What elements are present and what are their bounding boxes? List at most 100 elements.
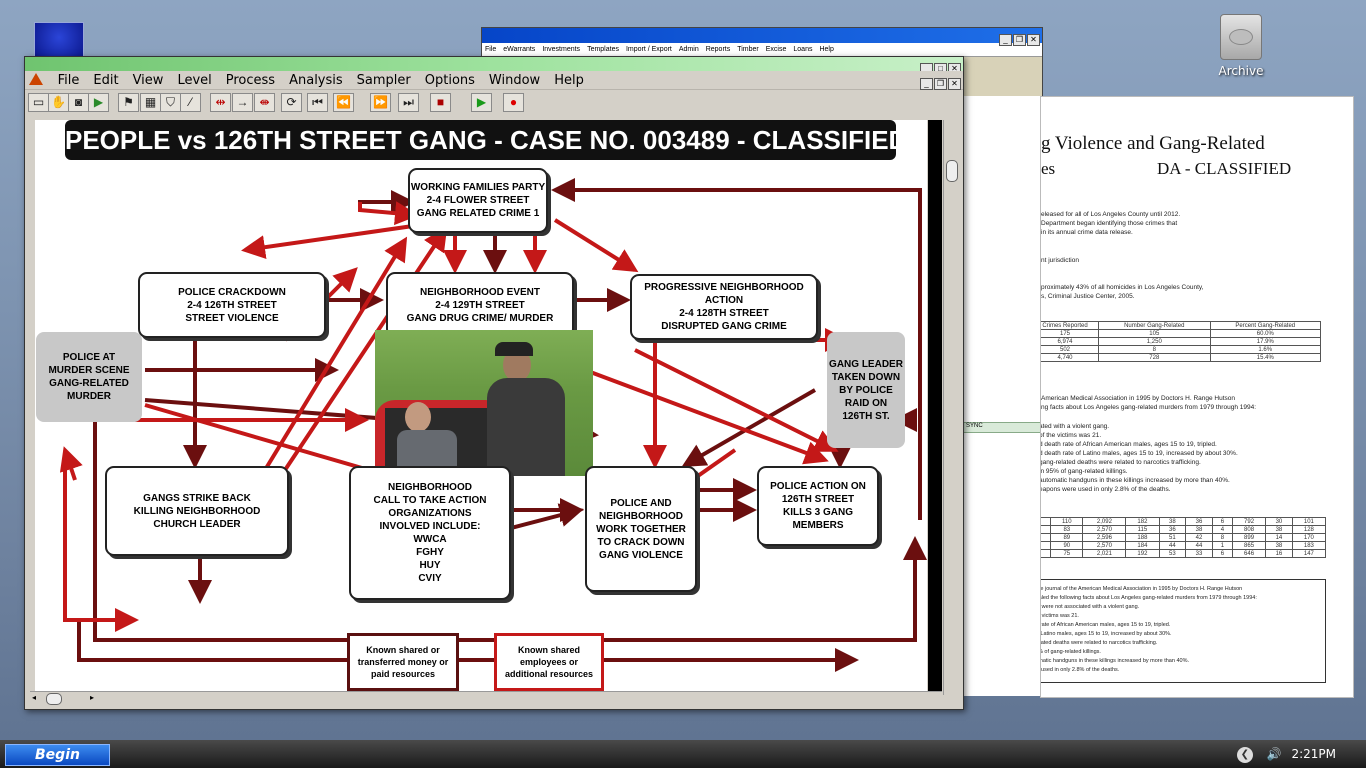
main-window[interactable]: _ □ ✕ File Edit View Level Process Analysis Samp… bbox=[24, 56, 964, 710]
back-menu-item[interactable]: Reports bbox=[706, 46, 731, 53]
last-icon[interactable]: ⏭ bbox=[398, 93, 419, 112]
minimize-icon[interactable]: _ bbox=[999, 34, 1012, 46]
back-menu-item[interactable]: Loans bbox=[793, 46, 812, 53]
node-progressive-action[interactable]: PROGRESSIVE NEIGHBORHOOD ACTION 2-4 128T… bbox=[630, 274, 818, 340]
doc-box-line: of semi-automatic handguns in these kill… bbox=[1041, 658, 1189, 664]
back-menu-item[interactable]: File bbox=[485, 46, 496, 53]
menu-item-window[interactable]: Window bbox=[482, 72, 547, 90]
refresh-icon[interactable]: ⟳ bbox=[281, 93, 302, 112]
stop-icon[interactable]: ■ bbox=[430, 93, 451, 112]
back-menu-item[interactable]: Import / Export bbox=[626, 46, 672, 53]
doc-td: 51 bbox=[1158, 533, 1187, 542]
doc-td: 38 bbox=[1265, 541, 1293, 550]
record-icon[interactable]: ● bbox=[503, 93, 524, 112]
doc-td: 2,596 bbox=[1082, 533, 1127, 542]
background-window-titlebar[interactable]: _ ❐ ✕ bbox=[482, 28, 1042, 46]
doc-para1-l2: Department began identifying those crime… bbox=[1041, 220, 1178, 227]
fast-forward-icon[interactable]: ⏩ bbox=[370, 93, 391, 112]
horizontal-scrollbar[interactable]: ◂ ▸ bbox=[30, 691, 942, 706]
node-neighborhood-event[interactable]: NEIGHBORHOOD EVENT 2-4 129TH STREET GANG… bbox=[386, 272, 574, 338]
run-icon[interactable]: ▶ bbox=[88, 93, 109, 112]
menu-item-view[interactable]: View bbox=[126, 72, 171, 90]
desktop-icon-archive[interactable]: Archive bbox=[1208, 14, 1274, 78]
shield-icon[interactable]: ⛉ bbox=[160, 93, 181, 112]
doc-td: 1 bbox=[1211, 541, 1233, 550]
vertical-scrollbar[interactable] bbox=[943, 120, 958, 695]
node-text: TO CRACK DOWN bbox=[597, 536, 685, 548]
hscroll-thumb[interactable] bbox=[46, 693, 62, 705]
doc-box-line: ublished in the journal of the American … bbox=[1040, 586, 1243, 592]
back-arrow-icon[interactable]: ❮ bbox=[1236, 746, 1253, 763]
restore-icon[interactable]: ❐ bbox=[1013, 34, 1026, 46]
doc-td: 6 bbox=[1211, 549, 1233, 558]
doc-td: 2,844 bbox=[1041, 525, 1052, 534]
node-gangs-strike-back[interactable]: GANGS STRIKE BACK KILLING NEIGHBORHOOD C… bbox=[105, 466, 289, 556]
back-menu-item[interactable]: eWarrants bbox=[503, 46, 535, 53]
doc-td: 1.6% bbox=[1209, 345, 1322, 354]
doc-box-line: e used in 95% of gang-related killings. bbox=[1041, 649, 1101, 655]
scroll-right-icon[interactable]: ▸ bbox=[90, 693, 94, 702]
node-police-murder-scene[interactable]: POLICE AT MURDER SCENE GANG-RELATED MURD… bbox=[36, 332, 142, 422]
back-menu-item[interactable]: Admin bbox=[679, 46, 699, 53]
doc-td: 182 bbox=[1125, 517, 1160, 526]
first-icon[interactable]: ⏮ bbox=[307, 93, 328, 112]
node-text: POLICE CRACKDOWN bbox=[178, 286, 286, 298]
doc-td: 2,636 bbox=[1041, 549, 1052, 558]
doc-bullet: eapons were used in only 2.8% of the dea… bbox=[1040, 486, 1171, 493]
grid-icon[interactable]: ▦ bbox=[140, 93, 161, 112]
node-police-neighborhood[interactable]: POLICE AND NEIGHBORHOOD WORK TOGETHER TO… bbox=[585, 466, 697, 592]
node-police-action[interactable]: POLICE ACTION ON 126TH STREET KILLS 3 GA… bbox=[757, 466, 879, 546]
split-icon[interactable]: ⇹ bbox=[210, 93, 231, 112]
back-menu-item[interactable]: Investments bbox=[542, 46, 580, 53]
doc-restore-icon[interactable]: ❐ bbox=[934, 78, 947, 90]
toolbar-tool-icon[interactable]: ▭ bbox=[28, 93, 49, 112]
scroll-thumb[interactable] bbox=[946, 160, 958, 182]
doc-td: 184 bbox=[1125, 541, 1160, 550]
background-window-menubar: File eWarrants Investments Templates Import … bbox=[482, 43, 1042, 57]
doc-td: 147 bbox=[1291, 549, 1327, 558]
node-text: GANG-RELATED bbox=[49, 378, 129, 389]
clock[interactable]: 2:21PM bbox=[1291, 747, 1336, 761]
doc-close-icon[interactable]: ✕ bbox=[948, 78, 961, 90]
menu-item-sampler[interactable]: Sampler bbox=[350, 72, 418, 90]
main-window-titlebar[interactable]: _ □ ✕ bbox=[25, 57, 963, 75]
start-button[interactable]: Begin bbox=[5, 744, 110, 766]
speaker-icon[interactable]: 🔊 bbox=[1267, 747, 1282, 761]
diagram-canvas[interactable]: PEOPLE vs 126TH STREET GANG - CASE NO. 0… bbox=[35, 120, 927, 691]
camera-icon[interactable]: ◙ bbox=[68, 93, 89, 112]
node-text: 2-4 128TH STREET bbox=[679, 308, 769, 319]
doc-td: 8 bbox=[1211, 533, 1233, 542]
connect-icon[interactable]: → bbox=[232, 93, 253, 112]
menu-item-edit[interactable]: Edit bbox=[86, 72, 125, 90]
menu-item-analysis[interactable]: Analysis bbox=[282, 72, 350, 90]
node-police-crackdown[interactable]: POLICE CRACKDOWN 2-4 126TH STREET STREET… bbox=[138, 272, 326, 338]
back-menu-item[interactable]: Excise bbox=[766, 46, 787, 53]
close-icon[interactable]: ✕ bbox=[1027, 34, 1040, 46]
desktop-icon-blue[interactable] bbox=[34, 22, 84, 60]
back-menu-item[interactable]: Help bbox=[819, 46, 833, 53]
menu-item-help[interactable]: Help bbox=[547, 72, 591, 90]
menu-item-process[interactable]: Process bbox=[219, 72, 282, 90]
wand-icon[interactable]: ⁄ bbox=[180, 93, 201, 112]
doc-table-row: 6,974 1,250 17.9% bbox=[1041, 337, 1322, 346]
doc-td: 1,250 bbox=[1098, 337, 1211, 346]
menu-item-options[interactable]: Options bbox=[418, 72, 482, 90]
menu-item-file[interactable]: File bbox=[51, 72, 87, 90]
node-gang-leader[interactable]: GANG LEADER TAKEN DOWN BY POLICE RAID ON… bbox=[827, 332, 905, 448]
expand-icon[interactable]: ⇼ bbox=[254, 93, 275, 112]
scroll-left-icon[interactable]: ◂ bbox=[32, 693, 36, 702]
doc-td: 42 bbox=[1185, 533, 1213, 542]
flag-icon[interactable]: ⚑ bbox=[118, 93, 139, 112]
toolbar-hand-icon[interactable]: ✋ bbox=[48, 93, 69, 112]
node-text: DISRUPTED GANG CRIME bbox=[661, 321, 787, 332]
node-text: 126TH ST. bbox=[842, 410, 890, 422]
back-menu-item[interactable]: Timber bbox=[737, 46, 759, 53]
node-working-families[interactable]: WORKING FAMILIES PARTY 2-4 FLOWER STREET… bbox=[408, 168, 548, 233]
rewind-icon[interactable]: ⏪ bbox=[333, 93, 354, 112]
node-call-to-action[interactable]: NEIGHBORHOOD CALL TO TAKE ACTION ORGANIZ… bbox=[349, 466, 511, 600]
menu-item-level[interactable]: Level bbox=[170, 72, 218, 90]
back-menu-item[interactable]: Templates bbox=[587, 46, 619, 53]
doc-td: 38 bbox=[1185, 525, 1213, 534]
play-icon[interactable]: ▶ bbox=[471, 93, 492, 112]
doc-minimize-icon[interactable]: _ bbox=[920, 78, 933, 90]
